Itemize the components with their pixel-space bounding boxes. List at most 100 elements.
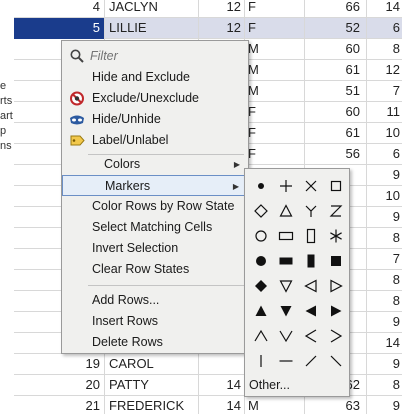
age-cell[interactable]: 14	[199, 396, 245, 414]
menu-item-delete-rows[interactable]: Delete Rows	[62, 332, 248, 353]
sex-cell[interactable]: M	[245, 60, 305, 81]
marker-horizontal-line-icon[interactable]	[276, 351, 296, 371]
marker-caret-up-icon[interactable]	[251, 326, 271, 346]
name-cell[interactable]: LILLIE	[105, 18, 199, 39]
marker-square-filled-icon[interactable]	[326, 251, 346, 271]
table-row[interactable]: 5 LILLIE 12 F 52 6	[14, 18, 402, 39]
marker-triangle-down-filled-icon[interactable]	[276, 301, 296, 321]
menu-item-exclude-unexclude[interactable]: Exclude/Unexclude	[62, 88, 248, 109]
marker-backslash-icon[interactable]	[326, 351, 346, 371]
marker-rect-tall-open-icon[interactable]	[301, 226, 321, 246]
sex-cell[interactable]: F	[245, 102, 305, 123]
marker-caret-left-icon[interactable]	[301, 326, 321, 346]
marker-diamond-filled-icon[interactable]	[251, 276, 271, 296]
name-cell[interactable]: JACLYN	[105, 0, 199, 18]
marker-y-shape-icon[interactable]	[301, 201, 321, 221]
marker-caret-right-icon[interactable]	[326, 326, 346, 346]
menu-item-markers[interactable]: Markers ▶	[62, 175, 248, 196]
table-row[interactable]: 21 FREDERICK 14 M 63 9	[14, 396, 402, 414]
menu-filter-input[interactable]	[90, 46, 240, 66]
age-cell[interactable]	[199, 354, 245, 375]
marker-square-open-icon[interactable]	[326, 176, 346, 196]
marker-triangle-down-open-icon[interactable]	[276, 276, 296, 296]
height-cell[interactable]: 61	[305, 123, 367, 144]
weight-cell[interactable]: 7	[367, 249, 402, 270]
weight-cell[interactable]: 9	[367, 396, 402, 414]
weight-cell[interactable]: 9	[367, 207, 402, 228]
height-cell[interactable]: 52	[305, 18, 367, 39]
marker-rect-wide-filled-icon[interactable]	[276, 251, 296, 271]
weight-cell[interactable]: 10	[367, 123, 402, 144]
weight-cell[interactable]: 6	[367, 144, 402, 165]
menu-item-insert-rows[interactable]: Insert Rows	[62, 311, 248, 332]
weight-cell[interactable]: 8	[367, 270, 402, 291]
height-cell[interactable]: 61	[305, 60, 367, 81]
weight-cell[interactable]: 12	[367, 60, 402, 81]
marker-caret-down-icon[interactable]	[276, 326, 296, 346]
sex-cell[interactable]: F	[245, 144, 305, 165]
marker-rect-wide-open-icon[interactable]	[276, 226, 296, 246]
weight-cell[interactable]: 14	[367, 333, 402, 354]
weight-cell[interactable]: 8	[367, 375, 402, 396]
sex-cell[interactable]: F	[245, 123, 305, 144]
marker-asterisk-icon[interactable]	[326, 226, 346, 246]
sex-cell[interactable]: F	[245, 18, 305, 39]
marker-triangle-open-icon[interactable]	[276, 201, 296, 221]
name-cell[interactable]: PATTY	[105, 375, 199, 396]
sex-cell[interactable]: M	[245, 81, 305, 102]
menu-item-color-rows-by-row-state[interactable]: Color Rows by Row State	[62, 196, 248, 217]
weight-cell[interactable]: 7	[367, 81, 402, 102]
weight-cell[interactable]: 9	[367, 312, 402, 333]
sex-cell[interactable]: M	[245, 39, 305, 60]
sex-cell[interactable]: M	[245, 396, 305, 414]
marker-rect-tall-filled-icon[interactable]	[301, 251, 321, 271]
height-cell[interactable]: 56	[305, 144, 367, 165]
menu-item-colors[interactable]: Colors ▶	[62, 154, 248, 175]
weight-cell[interactable]: 8	[367, 228, 402, 249]
weight-cell[interactable]: 10	[367, 186, 402, 207]
menu-item-select-matching-cells[interactable]: Select Matching Cells	[62, 217, 248, 238]
marker-triangle-right-filled-icon[interactable]	[326, 301, 346, 321]
marker-circle-filled-icon[interactable]	[251, 251, 271, 271]
markers-other-item[interactable]: Other...	[249, 376, 347, 394]
row-number-cell[interactable]: 21	[14, 396, 105, 414]
height-cell[interactable]: 51	[305, 81, 367, 102]
row-number-cell[interactable]: 5	[14, 18, 105, 39]
marker-dot-icon[interactable]	[251, 176, 271, 196]
marker-circle-open-icon[interactable]	[251, 226, 271, 246]
age-cell[interactable]: 12	[199, 0, 245, 18]
name-cell[interactable]: CAROL	[105, 354, 199, 375]
weight-cell[interactable]: 9	[367, 165, 402, 186]
row-number-cell[interactable]: 4	[14, 0, 105, 18]
marker-triangle-up-filled-icon[interactable]	[251, 301, 271, 321]
weight-cell[interactable]: 14	[367, 0, 402, 18]
menu-item-invert-selection[interactable]: Invert Selection	[62, 238, 248, 259]
row-number-cell[interactable]: 19	[14, 354, 105, 375]
marker-vertical-line-icon[interactable]	[251, 351, 271, 371]
height-cell[interactable]: 60	[305, 102, 367, 123]
marker-x-cross-icon[interactable]	[301, 176, 321, 196]
weight-cell[interactable]: 8	[367, 291, 402, 312]
marker-triangle-right-open-icon[interactable]	[326, 276, 346, 296]
menu-item-label-unlabel[interactable]: Label/Unlabel	[62, 130, 248, 151]
height-cell[interactable]: 66	[305, 0, 367, 18]
marker-triangle-left-filled-icon[interactable]	[301, 301, 321, 321]
menu-item-hide-and-exclude[interactable]: Hide and Exclude	[62, 67, 248, 88]
menu-item-add-rows[interactable]: Add Rows...	[62, 290, 248, 311]
age-cell[interactable]: 12	[199, 18, 245, 39]
height-cell[interactable]: 60	[305, 39, 367, 60]
marker-slash-icon[interactable]	[301, 351, 321, 371]
marker-triangle-left-open-icon[interactable]	[301, 276, 321, 296]
weight-cell[interactable]: 9	[367, 354, 402, 375]
marker-plus-icon[interactable]	[276, 176, 296, 196]
weight-cell[interactable]: 6	[367, 18, 402, 39]
weight-cell[interactable]: 8	[367, 39, 402, 60]
row-number-cell[interactable]: 20	[14, 375, 105, 396]
menu-item-clear-row-states[interactable]: Clear Row States	[62, 259, 248, 280]
marker-z-shape-icon[interactable]	[326, 201, 346, 221]
height-cell[interactable]: 63	[305, 396, 367, 414]
table-row[interactable]: 4 JACLYN 12 F 66 14	[14, 0, 402, 18]
weight-cell[interactable]: 11	[367, 102, 402, 123]
age-cell[interactable]: 14	[199, 375, 245, 396]
name-cell[interactable]: FREDERICK	[105, 396, 199, 414]
